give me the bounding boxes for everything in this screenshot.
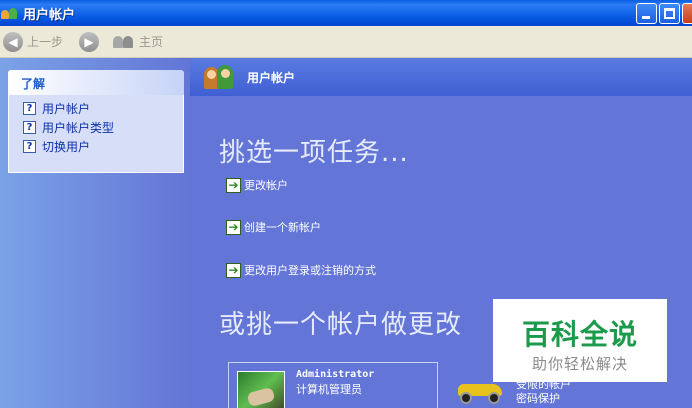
task-label: 更改用户登录或注销的方式 <box>244 264 376 277</box>
pick-account-heading: 或挑一个帐户做更改 <box>219 310 463 340</box>
sidebar-item-account-types[interactable]: ? 用户帐户类型 <box>23 118 183 137</box>
help-icon: ? <box>23 121 36 134</box>
account-role: 计算机管理员 <box>296 383 362 396</box>
window-title: 用户帐户 <box>23 7 76 23</box>
account-password-status: 密码保护 <box>516 392 560 405</box>
minimize-icon <box>642 16 650 19</box>
back-label: 上一步 <box>27 35 64 49</box>
left-pane: 了解 ? 用户帐户 ? 用户帐户类型 ? 切换用户 <box>0 58 190 408</box>
learn-panel-title[interactable]: 了解 <box>8 70 184 95</box>
close-button[interactable] <box>682 3 692 24</box>
window-controls <box>636 3 692 24</box>
green-arrow-icon: ➔ <box>226 219 241 235</box>
account-card-administrator[interactable]: Administrator 计算机管理员 <box>228 362 438 408</box>
home-button[interactable]: 主页 <box>113 33 163 50</box>
forward-button[interactable]: ▶ <box>79 31 100 52</box>
learn-panel-body: ? 用户帐户 ? 用户帐户类型 ? 切换用户 <box>8 95 184 173</box>
learn-panel: 了解 ? 用户帐户 ? 用户帐户类型 ? 切换用户 <box>8 70 184 173</box>
maximize-icon <box>664 8 675 19</box>
green-arrow-icon: ➔ <box>226 177 241 193</box>
sidebar-item-label: 用户帐户类型 <box>42 121 115 135</box>
home-label: 主页 <box>139 35 164 49</box>
sidebar-item-user-accounts[interactable]: ? 用户帐户 <box>23 99 183 118</box>
help-icon: ? <box>23 140 36 153</box>
account-picture <box>237 371 285 408</box>
user-accounts-icon <box>204 63 238 91</box>
task-create-account[interactable]: ➔ 创建一个新帐户 <box>226 219 321 235</box>
navigation-toolbar: ◀ 上一步 ▶ 主页 <box>0 26 692 58</box>
sidebar-item-label: 用户帐户 <box>42 102 91 116</box>
account-name: Administrator <box>296 369 375 380</box>
help-icon: ? <box>23 102 36 115</box>
users-icon <box>1 5 19 21</box>
task-change-logon[interactable]: ➔ 更改用户登录或注销的方式 <box>226 262 376 278</box>
sidebar-item-label: 切换用户 <box>42 140 91 154</box>
main-header: 用户帐户 <box>190 58 692 96</box>
task-label: 更改帐户 <box>244 179 288 192</box>
main-title: 用户帐户 <box>247 70 296 85</box>
title-bar: 用户帐户 <box>0 0 692 26</box>
home-users-icon <box>113 34 135 50</box>
watermark-subtitle: 助你轻松解决 <box>531 355 628 373</box>
pick-task-heading: 挑选一项任务... <box>219 138 409 168</box>
maximize-button[interactable] <box>659 3 680 24</box>
watermark-title: 百科全说 <box>521 318 638 351</box>
green-arrow-icon: ➔ <box>226 262 241 278</box>
watermark-logo: 百科全说 助你轻松解决 <box>493 299 667 382</box>
sidebar-item-switch-users[interactable]: ? 切换用户 <box>23 137 183 156</box>
minimize-button[interactable] <box>636 3 657 24</box>
back-button[interactable]: ◀ 上一步 <box>3 31 64 52</box>
task-change-account[interactable]: ➔ 更改帐户 <box>226 177 288 193</box>
task-label: 创建一个新帐户 <box>244 221 321 234</box>
back-arrow-icon: ◀ <box>3 31 23 52</box>
